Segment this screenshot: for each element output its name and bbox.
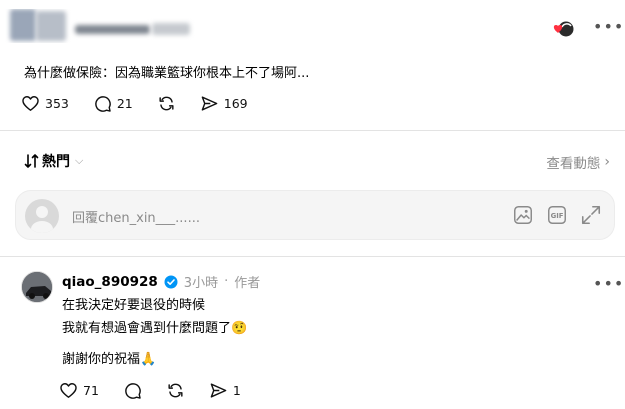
- user-avatar: [25, 199, 59, 233]
- heart-icon: [60, 383, 77, 398]
- comment-like-button[interactable]: 71: [59, 381, 99, 400]
- comment-button[interactable]: 21: [93, 94, 133, 113]
- comment-time: 3小時: [183, 276, 219, 291]
- blurred-block: [36, 11, 66, 41]
- post-actions: 353 21 169: [21, 94, 272, 113]
- blurred-avatar: [10, 9, 36, 41]
- view-activity-link[interactable]: 查看動態 ›: [546, 152, 610, 172]
- reply-box[interactable]: 回覆chen_xin___...... GIF: [15, 190, 615, 240]
- reply-placeholder[interactable]: 回覆chen_xin___......: [72, 207, 200, 226]
- view-activity-label: 查看動態: [546, 156, 601, 172]
- comment-more-icon[interactable]: •••: [593, 274, 624, 293]
- gif-icon[interactable]: GIF: [546, 204, 568, 226]
- comment-repost-button[interactable]: [166, 381, 185, 400]
- separator-dot: ·: [224, 274, 229, 289]
- svg-text:GIF: GIF: [551, 212, 564, 220]
- send-icon: [210, 383, 227, 398]
- like-count: 353: [45, 96, 69, 111]
- repost-icon: [168, 383, 183, 398]
- share-count: 169: [223, 96, 248, 111]
- divider: [0, 130, 625, 131]
- reply-tools: GIF: [512, 204, 602, 226]
- comment-share-count: 1: [232, 383, 241, 398]
- repost-icon: [159, 96, 174, 111]
- author-label: 作者: [234, 276, 261, 291]
- comment-line: 我就有想過會遇到什麼問題了🤨: [62, 321, 248, 336]
- blurred-author-header: [0, 9, 200, 43]
- comment-icon: [95, 96, 111, 112]
- comment-like-count: 71: [83, 383, 99, 398]
- blurred-block: [75, 25, 150, 34]
- heart-icon: [22, 96, 39, 111]
- repost-button[interactable]: [157, 94, 176, 113]
- comment-count: 21: [116, 96, 133, 111]
- post-text: 為什麼做保險：因為職業籃球你根本上不了場阿...: [24, 66, 310, 81]
- sort-dropdown[interactable]: 熱門 ⌵: [24, 151, 83, 171]
- comment-username[interactable]: qiao_890928: [62, 274, 158, 290]
- commenter-avatar[interactable]: [21, 271, 53, 303]
- expand-icon[interactable]: [580, 204, 602, 226]
- verified-badge-icon: [164, 275, 178, 288]
- more-options-icon[interactable]: •••: [593, 17, 624, 36]
- blurred-block: [152, 23, 190, 35]
- comment-share-button[interactable]: 1: [209, 381, 241, 400]
- send-icon: [201, 96, 218, 111]
- comment-reply-button[interactable]: [123, 381, 142, 400]
- sort-label: 熱門: [42, 154, 70, 170]
- chevron-right-icon: ›: [604, 154, 610, 170]
- image-icon[interactable]: [512, 204, 534, 226]
- like-button[interactable]: 353: [21, 94, 69, 113]
- comment-actions: 71 1: [59, 381, 265, 400]
- share-button[interactable]: 169: [200, 94, 248, 113]
- comment-icon: [125, 383, 141, 399]
- liked-by-avatar[interactable]: [553, 20, 575, 38]
- comment-line: 謝謝你的祝福🙏: [62, 352, 157, 367]
- comment-header: qiao_890928 3小時 · 作者: [62, 272, 261, 292]
- sort-icon: [24, 154, 39, 168]
- divider: [0, 256, 625, 257]
- chevron-down-icon: ⌵: [75, 154, 84, 167]
- comment-line: 在我決定好要退役的時候: [62, 298, 206, 313]
